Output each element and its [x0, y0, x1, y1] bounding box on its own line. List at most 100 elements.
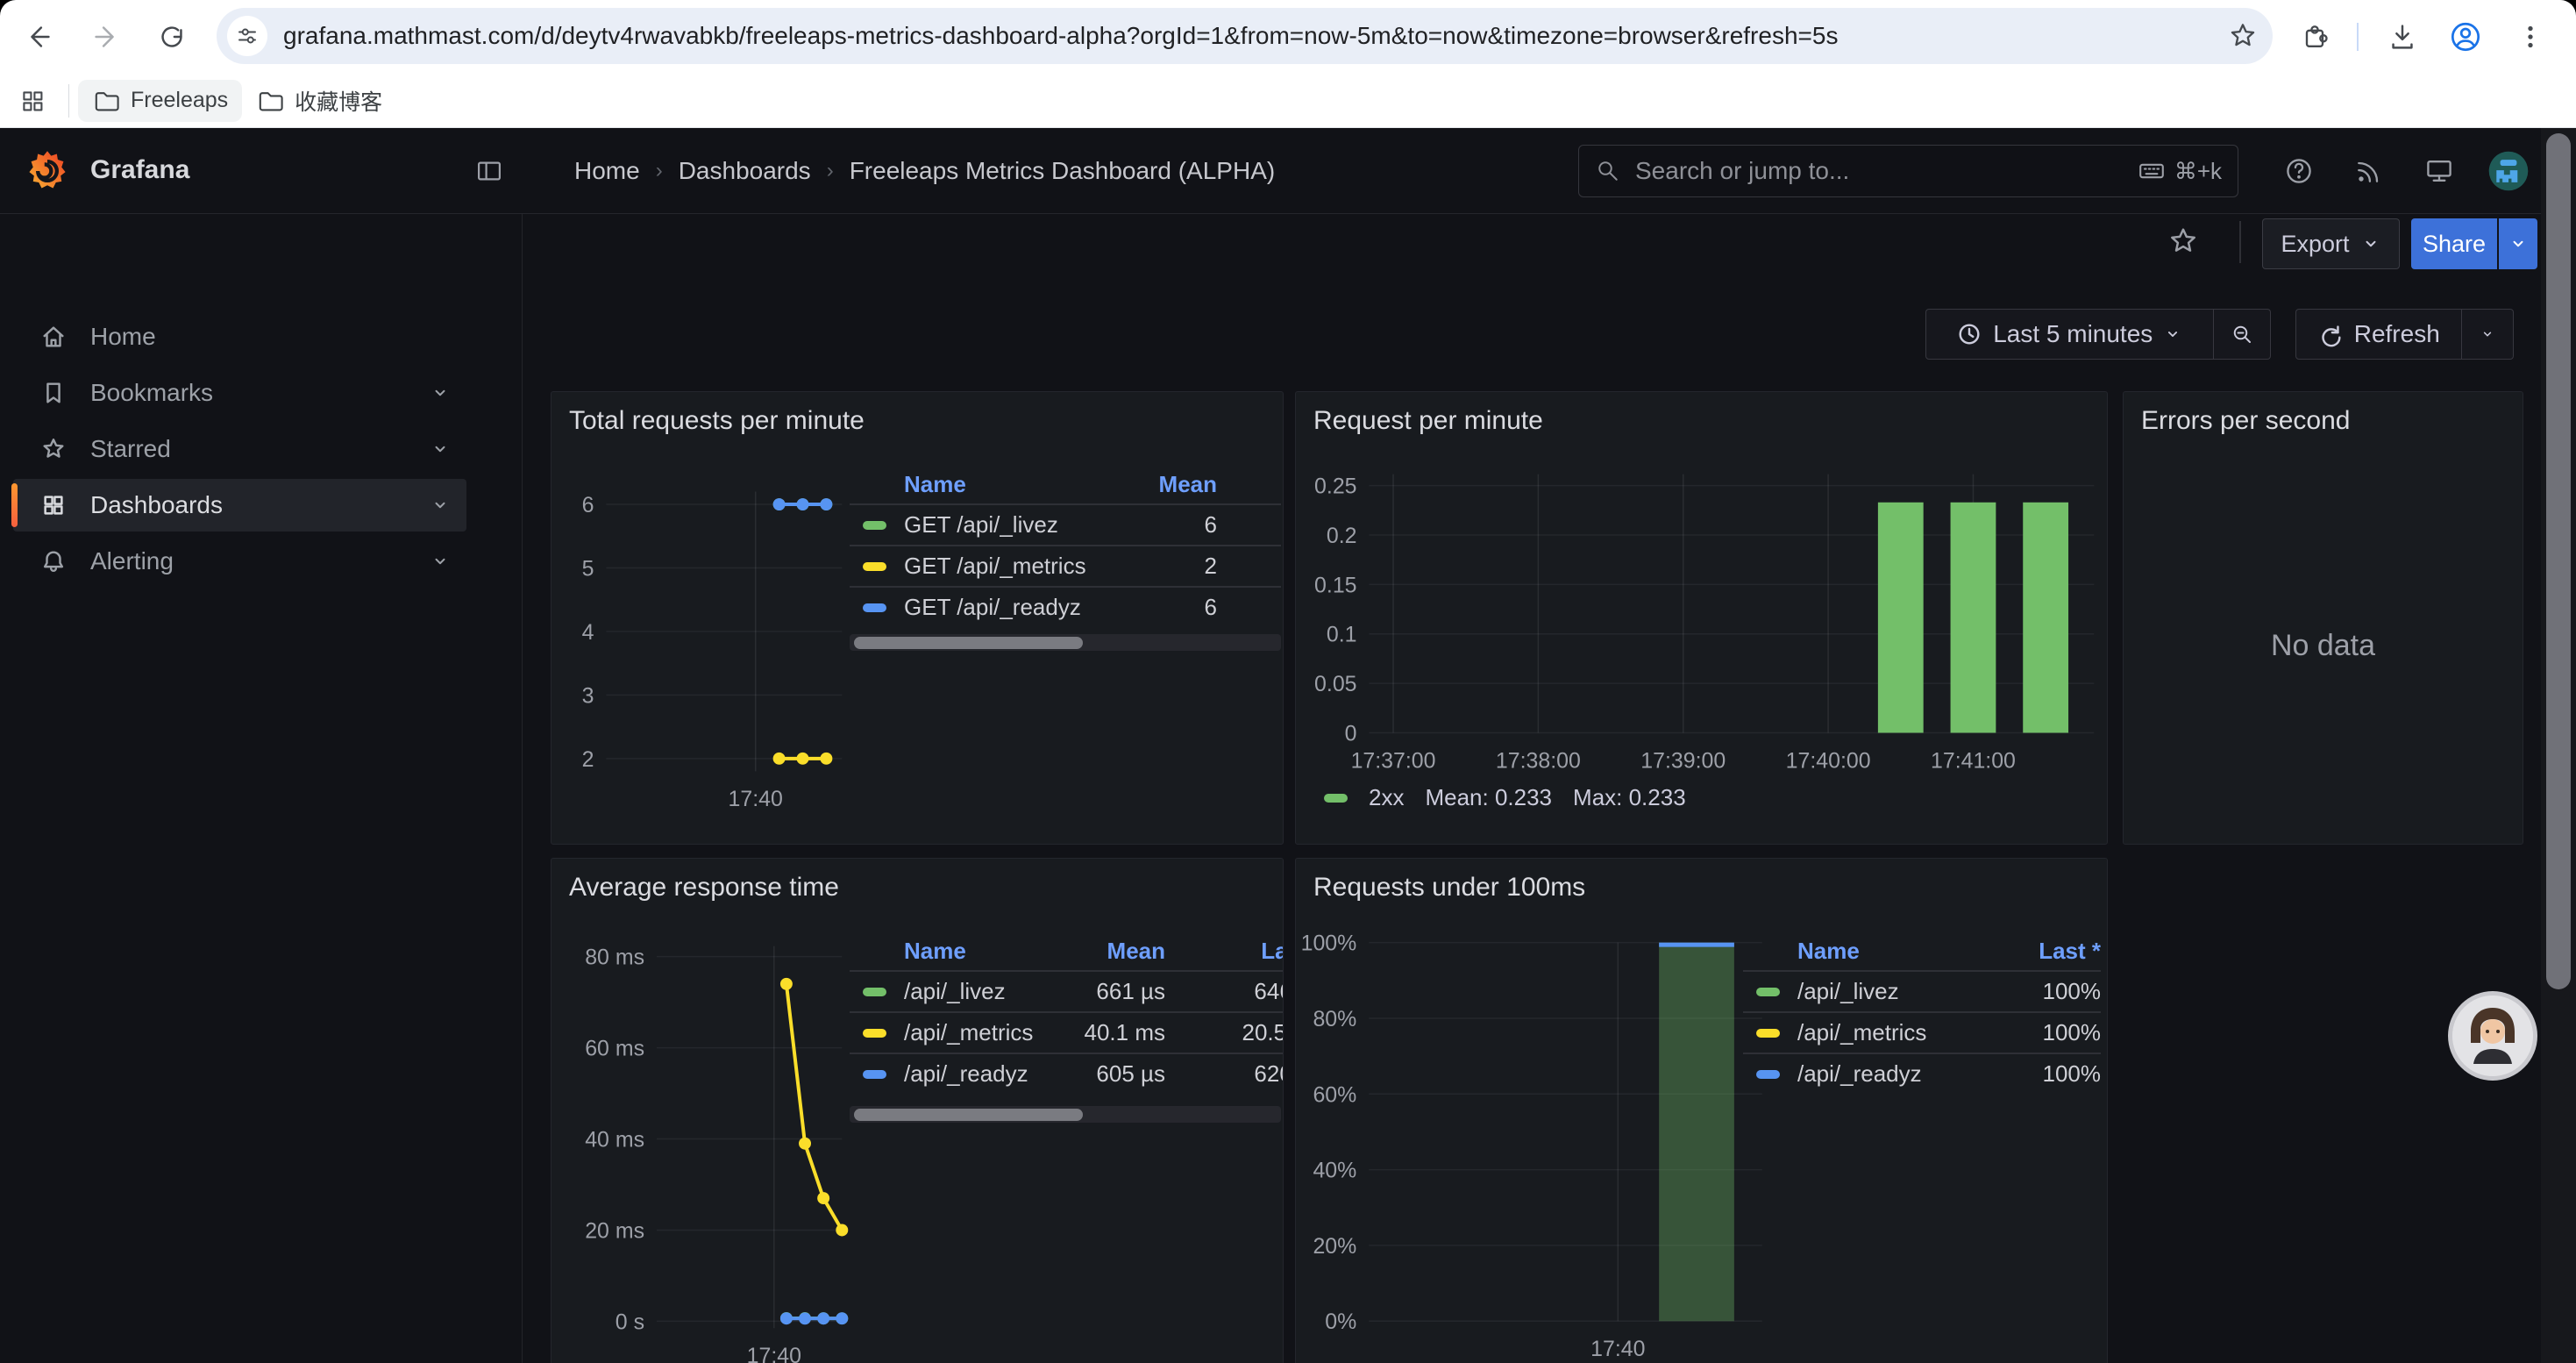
url-text[interactable]: grafana.mathmast.com/d/deytv4rwavabkb/fr… — [283, 22, 2220, 50]
refresh-button[interactable]: Refresh — [2296, 310, 2461, 359]
downloads-button[interactable] — [2381, 16, 2423, 58]
legend-row[interactable]: /api/_livez 661 µs 646 µs — [850, 970, 1284, 1011]
legend-row[interactable]: GET /api/_metrics 2 — [850, 545, 1281, 586]
brand-title[interactable]: Grafana — [90, 155, 189, 185]
kebab-icon — [2514, 20, 2547, 54]
share-button[interactable]: Share — [2411, 218, 2497, 269]
user-avatar[interactable] — [2487, 150, 2530, 196]
page-scrollbar[interactable] — [2541, 128, 2576, 1363]
svg-text:80%: 80% — [1313, 1007, 1356, 1031]
folder-icon — [256, 87, 284, 115]
series-swatch — [863, 1029, 886, 1038]
bookmark-folder-blog[interactable]: 收藏博客 — [242, 78, 396, 124]
svg-text:2: 2 — [582, 747, 594, 772]
panel-title[interactable]: Errors per second — [2141, 406, 2350, 436]
series-swatch — [863, 521, 886, 530]
export-button[interactable]: Export — [2262, 218, 2400, 269]
legend-row[interactable]: /api/_metrics 100% — [1743, 1011, 2101, 1053]
svg-text:20 ms: 20 ms — [585, 1218, 644, 1243]
share-caret-button[interactable] — [2499, 218, 2537, 269]
bookmark-folder-freeleaps[interactable]: Freeleaps — [78, 80, 242, 122]
legend-hscrollbar[interactable] — [850, 634, 1281, 651]
apps-grid-icon — [18, 87, 46, 115]
legend-col-name[interactable]: Name — [1743, 938, 1978, 965]
legend-col-last[interactable]: Last * — [1978, 938, 2101, 965]
help-button[interactable] — [2281, 153, 2316, 189]
display-button[interactable] — [2422, 153, 2457, 189]
bookmark-page-button[interactable] — [2220, 13, 2266, 59]
rss-icon — [2353, 155, 2385, 187]
legend-col-mean[interactable]: Mean — [1056, 938, 1165, 965]
legend-mean: Mean: 0.233 — [1425, 784, 1552, 811]
chevron-down-icon — [2163, 325, 2182, 344]
scrollbar-thumb[interactable] — [2546, 133, 2571, 989]
bookmark-icon — [40, 380, 67, 406]
svg-text:3: 3 — [582, 683, 594, 708]
bookmarks-divider — [68, 84, 69, 118]
keyboard-icon — [2138, 157, 2166, 185]
panel-collapse-icon — [474, 156, 504, 186]
grid-icon — [40, 492, 67, 518]
sidebar-collapse-button[interactable] — [472, 153, 507, 189]
svg-text:17:41:00: 17:41:00 — [1931, 748, 2016, 773]
sidebar-item-alerting[interactable]: Alerting — [13, 535, 466, 588]
assistant-avatar-icon — [2452, 995, 2533, 1076]
news-button[interactable] — [2352, 153, 2387, 189]
time-range-button[interactable]: Last 5 minutes — [1926, 310, 2213, 359]
sidebar-item-dashboards[interactable]: Dashboards — [13, 479, 466, 532]
site-info-button[interactable] — [227, 16, 267, 56]
legend-row[interactable]: GET /api/_readyz 6 — [850, 586, 1281, 627]
reload-icon — [155, 20, 189, 54]
scrollbar-thumb[interactable] — [854, 637, 1083, 649]
svg-text:0.25: 0.25 — [1314, 475, 1356, 499]
svg-text:40 ms: 40 ms — [585, 1127, 644, 1152]
floating-assistant-avatar[interactable] — [2452, 995, 2533, 1076]
sidebar-item-starred[interactable]: Starred — [13, 423, 466, 475]
legend-row[interactable]: /api/_readyz 605 µs 620 µs — [850, 1053, 1284, 1094]
sidebar-item-bookmarks[interactable]: Bookmarks — [13, 367, 466, 419]
address-bar[interactable]: grafana.mathmast.com/d/deytv4rwavabkb/fr… — [217, 8, 2273, 64]
grafana-logo[interactable] — [25, 148, 70, 198]
svg-text:17:39:00: 17:39:00 — [1640, 748, 1726, 773]
refresh-interval-caret[interactable] — [2462, 310, 2513, 359]
legend-max: Max: 0.233 — [1573, 784, 1686, 811]
sidebar-item-home[interactable]: Home — [13, 310, 466, 363]
legend-series[interactable]: 2xx — [1369, 784, 1404, 811]
reload-button[interactable] — [151, 16, 193, 58]
legend-row[interactable]: /api/_readyz 100% — [1743, 1053, 2101, 1094]
breadcrumb-home[interactable]: Home — [574, 157, 640, 185]
chart-request-per-minute[interactable]: 0.250.20.150.10.05017:37:0017:38:0017:39… — [1296, 392, 2107, 844]
svg-text:5: 5 — [582, 556, 594, 581]
breadcrumb-dashboards[interactable]: Dashboards — [679, 157, 811, 185]
search-input[interactable] — [1633, 156, 2125, 186]
browser-menu-button[interactable] — [2509, 16, 2551, 58]
forward-button[interactable] — [84, 16, 126, 58]
legend-col-last[interactable]: Last * — [1165, 938, 1284, 965]
profile-button[interactable] — [2444, 16, 2487, 58]
legend-hscrollbar[interactable] — [850, 1106, 1281, 1123]
chevron-down-icon — [430, 495, 451, 516]
browser-window: grafana.mathmast.com/d/deytv4rwavabkb/fr… — [0, 0, 2576, 1363]
chevron-down-icon — [2508, 233, 2529, 254]
browser-toolbar: grafana.mathmast.com/d/deytv4rwavabkb/fr… — [0, 0, 2576, 74]
apps-grid-button[interactable] — [9, 77, 56, 125]
forward-icon — [89, 20, 122, 54]
legend-row[interactable]: /api/_metrics 40.1 ms 20.5 ms — [850, 1011, 1284, 1053]
star-dashboard-button[interactable] — [2166, 224, 2201, 259]
bell-icon — [40, 548, 67, 574]
search-box[interactable]: ⌘+k — [1578, 145, 2238, 197]
star-icon — [2167, 225, 2200, 258]
bookmarks-bar: Freeleaps 收藏博客 — [0, 74, 2576, 128]
legend-row[interactable]: /api/_livez 100% — [1743, 970, 2101, 1011]
zoom-out-button[interactable] — [2214, 310, 2270, 359]
extensions-button[interactable] — [2294, 16, 2336, 58]
scrollbar-thumb[interactable] — [854, 1109, 1083, 1121]
back-button[interactable] — [18, 16, 60, 58]
legend-col-mean[interactable]: Mean — [1119, 471, 1217, 498]
puzzle-icon — [2299, 21, 2330, 53]
legend-row[interactable]: GET /api/_livez 6 — [850, 503, 1281, 545]
legend-col-name[interactable]: Name — [850, 471, 1119, 498]
legend-col-name[interactable]: Name — [850, 938, 1056, 965]
legend-inline[interactable]: 2xx Mean: 0.233 Max: 0.233 — [1324, 784, 1686, 811]
svg-text:0.05: 0.05 — [1314, 672, 1356, 696]
